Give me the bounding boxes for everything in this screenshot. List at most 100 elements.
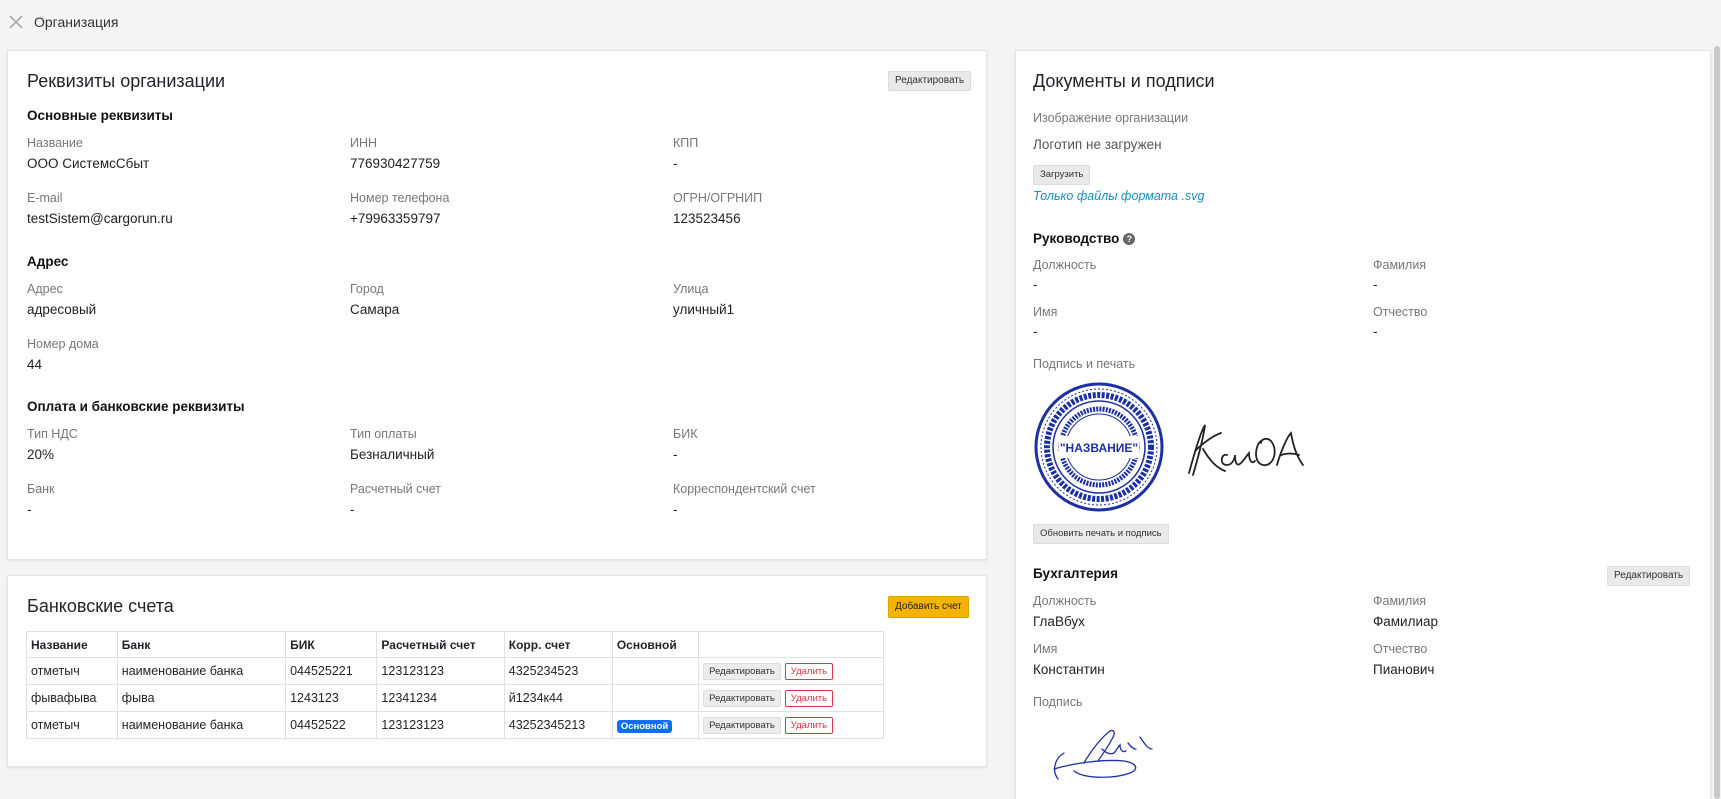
management-heading-text: Руководство xyxy=(1033,231,1120,246)
accounting-heading: Бухгалтерия xyxy=(1033,566,1118,581)
page-title: Организация xyxy=(34,14,119,30)
edit-row-button[interactable]: Редактировать xyxy=(703,662,781,680)
cell-main xyxy=(611,684,700,712)
kpp-label: КПП xyxy=(673,136,699,150)
corr-account-value: - xyxy=(673,502,678,517)
name-value: ООО СистемсСбыт xyxy=(27,156,150,171)
org-image-label: Изображение организации xyxy=(1033,111,1189,125)
firstname-label: Имя xyxy=(1033,305,1058,319)
cell-actions: Редактировать Удалить xyxy=(698,684,884,712)
cell-name: фывафыва xyxy=(26,684,118,712)
column-header[interactable]: Расчетный счет xyxy=(376,631,505,658)
acc-position-value: ГлаВбух xyxy=(1033,614,1085,629)
table-row: фывафыва фыва 1243123 12341234 й1234к44 … xyxy=(26,684,884,712)
top-bar: Организация xyxy=(0,0,1721,44)
cell-name: отметыч xyxy=(26,711,118,739)
edit-requisites-button[interactable]: Редактировать xyxy=(888,71,972,91)
documents-title: Документы и подписи xyxy=(1033,71,1215,91)
table-header-row: Название Банк БИК Расчетный счет Корр. с… xyxy=(26,631,884,658)
column-header[interactable]: Название xyxy=(26,631,118,658)
requisites-title: Реквизиты организации xyxy=(27,71,226,91)
cell-bank: наименование банка xyxy=(116,657,287,685)
delete-row-button[interactable]: Удалить xyxy=(784,716,834,734)
position-label: Должность xyxy=(1033,258,1097,272)
phone-value: +79963359797 xyxy=(350,211,441,226)
email-label: E-mail xyxy=(27,191,63,205)
acc-surname-label: Фамилия xyxy=(1373,594,1427,608)
director-signature-image xyxy=(1188,424,1304,476)
surname-value: - xyxy=(1373,277,1378,292)
bank-value: - xyxy=(27,502,32,517)
bank-accounts-table: Название Банк БИК Расчетный счет Корр. с… xyxy=(26,631,884,739)
acc-patronymic-label: Отчество xyxy=(1373,642,1428,656)
patronymic-label: Отчество xyxy=(1373,305,1428,319)
bank-accounts-title: Банковские счета xyxy=(27,596,174,616)
firstname-value: - xyxy=(1033,324,1038,339)
kpp-value: - xyxy=(673,156,678,171)
ogrn-label: ОГРН/ОГРНИП xyxy=(673,191,763,205)
cell-bank: фыва xyxy=(116,684,287,712)
patronymic-value: - xyxy=(1373,324,1378,339)
cell-bank: наименование банка xyxy=(116,711,287,739)
cell-bik: 044525221 xyxy=(285,657,378,685)
help-icon[interactable]: ? xyxy=(1123,233,1136,245)
acc-firstname-value: Константин xyxy=(1033,662,1105,677)
management-heading: Руководство? xyxy=(1033,231,1136,246)
svg-only-hint: Только файлы формата .svg xyxy=(1033,189,1205,203)
edit-row-button[interactable]: Редактировать xyxy=(703,716,781,734)
ogrn-value: 123523456 xyxy=(673,211,741,226)
stamp-signature-label: Подпись и печать xyxy=(1033,357,1136,371)
vat-value: 20% xyxy=(27,447,55,462)
page-scrollbar[interactable] xyxy=(1713,46,1721,799)
cell-actions: Редактировать Удалить xyxy=(698,657,884,685)
vat-label: Тип НДС xyxy=(27,427,78,441)
bank-accounts-card: Банковские счета Добавить счет Название … xyxy=(7,575,987,767)
street-value: уличный1 xyxy=(673,302,735,317)
city-label: Город xyxy=(350,282,384,296)
cell-corr: 4325234523 xyxy=(503,657,613,685)
payment-type-value: Безналичный xyxy=(350,447,435,462)
main-requisites-heading: Основные реквизиты xyxy=(27,108,173,123)
email-value: testSistem@cargorun.ru xyxy=(27,211,173,226)
account-value: - xyxy=(350,502,355,517)
address-value: адресовый xyxy=(27,302,97,317)
house-label: Номер дома xyxy=(27,337,99,351)
edit-row-button[interactable]: Редактировать xyxy=(703,689,781,707)
address-heading: Адрес xyxy=(27,254,69,269)
column-header[interactable]: Банк xyxy=(116,631,287,658)
cell-bik: 04452522 xyxy=(285,711,378,739)
cell-account: 123123123 xyxy=(376,657,505,685)
update-stamp-button[interactable]: Обновить печать и подпись xyxy=(1033,524,1169,544)
edit-accounting-button[interactable]: Редактировать xyxy=(1607,566,1691,586)
column-header[interactable]: Основной xyxy=(611,631,700,658)
close-icon[interactable] xyxy=(8,14,24,30)
surname-label: Фамилия xyxy=(1373,258,1427,272)
cell-account: 12341234 xyxy=(376,684,505,712)
accountant-signature-image xyxy=(1053,729,1153,780)
bank-label: Банк xyxy=(27,482,55,496)
cell-corr: 43252345213 xyxy=(503,711,613,739)
upload-logo-button[interactable]: Загрузить xyxy=(1033,165,1091,185)
column-header[interactable]: БИК xyxy=(285,631,378,658)
acc-position-label: Должность xyxy=(1033,594,1097,608)
address-label: Адрес xyxy=(27,282,63,296)
requisites-card: Реквизиты организации Редактировать Осно… xyxy=(7,50,987,560)
add-account-button[interactable]: Добавить счет xyxy=(888,596,969,618)
account-label: Расчетный счет xyxy=(350,482,441,496)
payment-heading: Оплата и банковские реквизиты xyxy=(27,399,245,414)
payment-type-label: Тип оплаты xyxy=(350,427,417,441)
cell-actions: Редактировать Удалить xyxy=(698,711,884,739)
scrollbar-thumb[interactable] xyxy=(1714,46,1720,799)
column-header[interactable]: Корр. счет xyxy=(503,631,613,658)
no-logo-text: Логотип не загружен xyxy=(1033,137,1162,152)
bik-value: - xyxy=(673,447,678,462)
phone-label: Номер телефона xyxy=(350,191,450,205)
inn-label: ИНН xyxy=(350,136,378,150)
city-value: Самара xyxy=(350,302,400,317)
main-account-badge: Основной xyxy=(616,719,673,733)
stamp-text: "НАЗВАНИЕ" xyxy=(1060,441,1138,455)
acc-firstname-label: Имя xyxy=(1033,642,1058,656)
delete-row-button[interactable]: Удалить xyxy=(784,689,834,707)
delete-row-button[interactable]: Удалить xyxy=(784,662,834,680)
corr-account-label: Корреспондентский счет xyxy=(673,482,816,496)
